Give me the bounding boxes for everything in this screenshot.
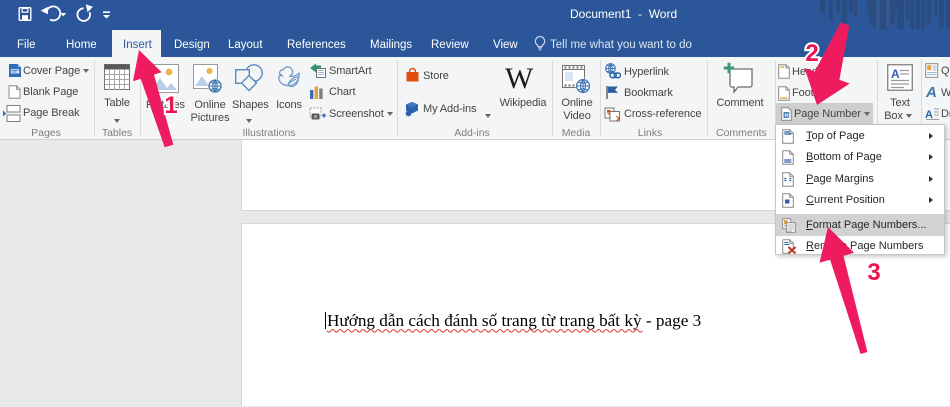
svg-text:A: A bbox=[891, 67, 900, 81]
